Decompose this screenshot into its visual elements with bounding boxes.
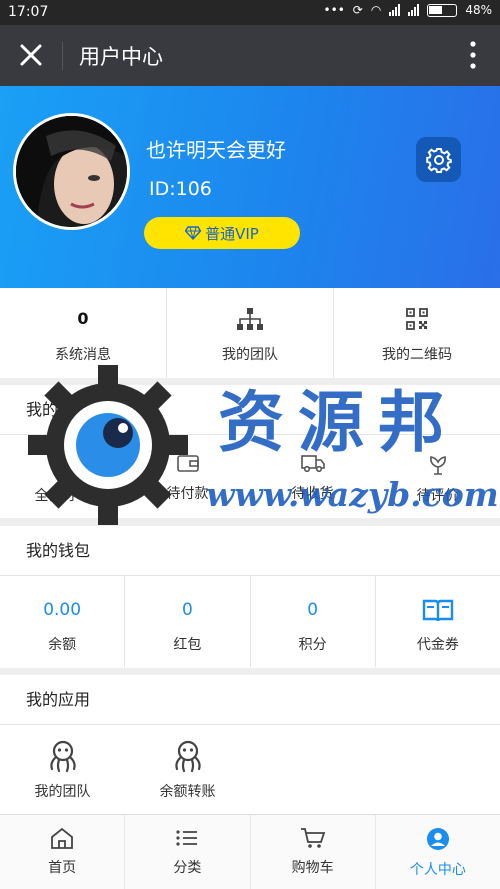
balance-label: 余额	[48, 637, 77, 653]
apps-title: 我的应用	[0, 675, 500, 725]
tab-profile-label: 个人中心	[409, 862, 466, 878]
qrcode-icon	[406, 308, 428, 330]
wallet-section: 我的钱包 0.00 余额 0 红包 0 积分 代金券	[0, 526, 500, 668]
app-my-team[interactable]: 我的团队	[0, 725, 125, 813]
order-to-receive-label: 待收货	[291, 486, 334, 502]
tab-profile[interactable]: 个人中心	[376, 815, 500, 889]
signal-icon	[389, 4, 401, 16]
points[interactable]: 0 积分	[251, 576, 376, 667]
octopus-icon	[174, 740, 201, 773]
points-label: 积分	[298, 637, 327, 653]
voucher-label: 代金券	[416, 637, 459, 653]
quick-stats: 0 系统消息 我的团队 我的二维码	[0, 288, 500, 378]
tab-home[interactable]: 首页	[0, 815, 126, 889]
title-separator	[62, 42, 63, 70]
wallet-title: 我的钱包	[0, 526, 500, 576]
voucher[interactable]: 代金券	[376, 576, 500, 667]
status-bar: 17:07 ••• ⟳ ◠ 48%	[0, 0, 500, 25]
red-packet-label: 红包	[173, 637, 202, 653]
red-packet-value: 0	[181, 600, 193, 620]
points-value: 0	[307, 600, 319, 620]
red-packet[interactable]: 0 红包	[125, 576, 251, 667]
truck-icon	[300, 455, 325, 473]
message-count: 0	[77, 309, 89, 328]
status-time: 17:07	[8, 4, 49, 20]
tab-category[interactable]: 分类	[125, 815, 251, 889]
close-icon[interactable]	[16, 40, 46, 70]
tab-cart[interactable]: 购物车	[251, 815, 376, 889]
more-vertical-icon[interactable]	[470, 41, 476, 69]
balance[interactable]: 0.00 余额	[0, 576, 126, 667]
my-team-label: 我的团队	[222, 347, 278, 363]
book-icon	[422, 599, 454, 622]
status-icons: ••• ⟳ ◠ 48%	[324, 3, 492, 17]
tab-home-label: 首页	[48, 860, 77, 876]
apps-section: 我的应用 我的团队 余额转账	[0, 675, 500, 814]
orders-title[interactable]: 我的订单	[0, 385, 500, 435]
profile-header: 也许明天会更好 ID:106 普通VIP	[0, 86, 500, 288]
document-icon	[54, 453, 72, 475]
battery-icon	[427, 3, 458, 17]
order-to-review[interactable]: 待评价	[375, 435, 500, 517]
cart-icon	[300, 828, 325, 848]
order-all-label: 全部订单	[34, 488, 91, 504]
battery-level: 48%	[465, 3, 492, 17]
vip-label: 普通VIP	[205, 224, 259, 243]
wifi-icon: ◠	[370, 3, 382, 17]
user-id: ID:106	[149, 178, 212, 200]
tab-category-label: 分类	[173, 860, 202, 876]
order-to-review-label: 待评价	[416, 488, 459, 504]
balance-value: 0.00	[43, 600, 82, 620]
order-all[interactable]: 全部订单	[0, 435, 125, 517]
diamond-icon	[185, 226, 202, 240]
vip-badge[interactable]: 普通VIP	[144, 217, 300, 249]
order-to-receive[interactable]: 待收货	[250, 435, 375, 517]
order-unpaid-label: 待付款	[166, 486, 209, 502]
title-bar: 用户中心	[0, 25, 500, 86]
app-my-team-label: 我的团队	[34, 784, 91, 800]
list-icon	[176, 830, 198, 846]
org-chart-icon	[237, 308, 263, 330]
user-circle-icon	[426, 828, 449, 850]
order-unpaid[interactable]: 待付款	[125, 435, 250, 517]
avatar[interactable]	[13, 113, 130, 230]
settings-button[interactable]	[416, 137, 461, 182]
sync-icon: ⟳	[352, 3, 363, 17]
more-dots-icon: •••	[323, 3, 345, 17]
page-title: 用户中心	[79, 45, 163, 69]
bottom-tab-bar: 首页 分类 购物车 个人中心	[0, 814, 500, 889]
system-messages[interactable]: 0 系统消息	[0, 288, 167, 378]
signal-icon-2	[408, 4, 420, 16]
tab-cart-label: 购物车	[291, 860, 334, 876]
my-qrcode[interactable]: 我的二维码	[334, 288, 500, 378]
system-messages-label: 系统消息	[55, 347, 111, 363]
octopus-icon	[49, 740, 76, 773]
app-balance-transfer-label: 余额转账	[159, 784, 216, 800]
my-qrcode-label: 我的二维码	[382, 347, 452, 363]
home-icon	[51, 827, 74, 849]
user-name: 也许明天会更好	[146, 138, 286, 162]
app-balance-transfer[interactable]: 余额转账	[125, 725, 250, 813]
wallet-icon	[176, 455, 199, 472]
orders-section: 我的订单 全部订单 待付款 待收货 待评价	[0, 385, 500, 518]
flower-icon	[429, 456, 446, 475]
gear-icon	[425, 147, 452, 173]
my-team[interactable]: 我的团队	[167, 288, 334, 378]
